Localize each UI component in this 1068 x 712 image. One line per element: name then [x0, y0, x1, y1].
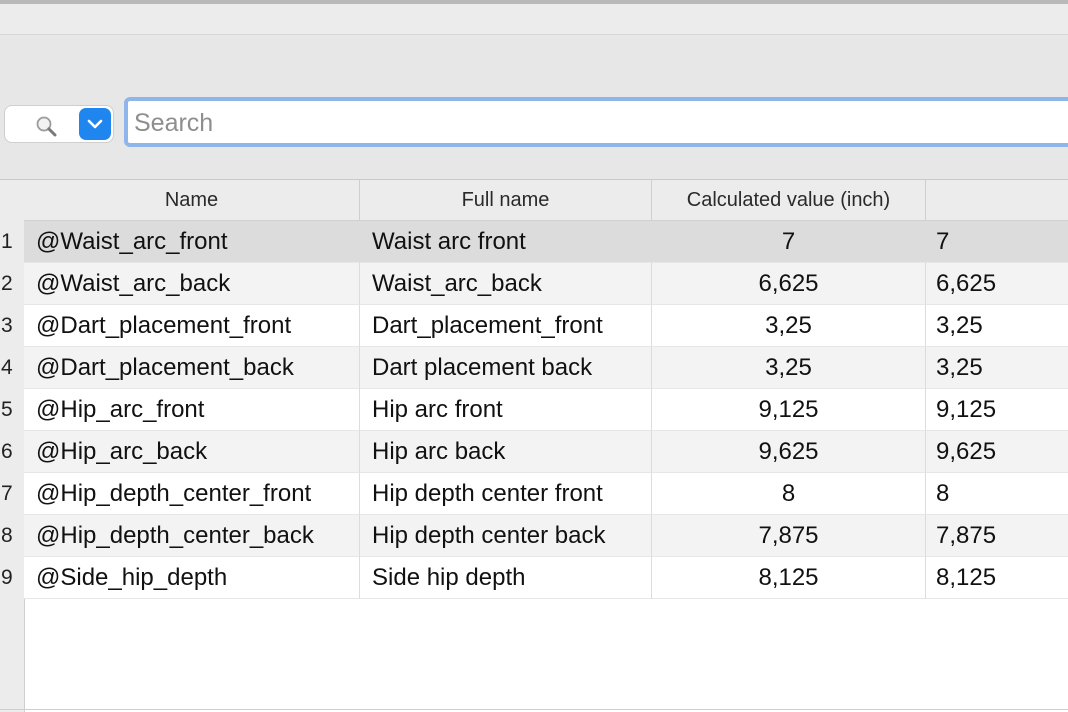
cell-value[interactable]: 7,875 — [926, 515, 1068, 557]
cell-full-name[interactable]: Waist arc front — [360, 221, 652, 263]
table-row[interactable]: 5 @Hip_arc_front Hip arc front 9,125 9,1… — [0, 389, 1068, 431]
column-header-full-name[interactable]: Full name — [360, 180, 652, 220]
cell-calculated-value[interactable]: 3,25 — [652, 347, 926, 389]
table-row[interactable]: 8 @Hip_depth_center_back Hip depth cente… — [0, 515, 1068, 557]
table-bottom-border — [0, 709, 1068, 710]
table-header: Name Full name Calculated value (inch) — [24, 180, 1068, 221]
cell-value[interactable]: 9,625 — [926, 431, 1068, 473]
cell-calculated-value[interactable]: 6,625 — [652, 263, 926, 305]
cell-name[interactable]: @Hip_arc_front — [24, 389, 360, 431]
magnifier-icon — [36, 116, 57, 137]
cell-name[interactable]: @Side_hip_depth — [24, 557, 360, 599]
search-field[interactable] — [124, 97, 1068, 147]
title-bar — [0, 4, 1068, 35]
cell-value[interactable]: 6,625 — [926, 263, 1068, 305]
cell-full-name[interactable]: Side hip depth — [360, 557, 652, 599]
cell-name[interactable]: @Hip_depth_center_back — [24, 515, 360, 557]
cell-calculated-value[interactable]: 3,25 — [652, 305, 926, 347]
cell-full-name[interactable]: Waist_arc_back — [360, 263, 652, 305]
cell-name[interactable]: @Hip_arc_back — [24, 431, 360, 473]
cell-name[interactable]: @Dart_placement_back — [24, 347, 360, 389]
cell-calculated-value[interactable]: 8,125 — [652, 557, 926, 599]
column-header-name[interactable]: Name — [24, 180, 360, 220]
row-number: 4 — [1, 356, 13, 379]
row-number: 8 — [1, 524, 13, 547]
cell-full-name[interactable]: Hip arc back — [360, 431, 652, 473]
cell-full-name[interactable]: Hip depth center front — [360, 473, 652, 515]
cell-name[interactable]: @Dart_placement_front — [24, 305, 360, 347]
search-options-dropdown-button[interactable] — [79, 108, 111, 140]
cell-value[interactable]: 8,125 — [926, 557, 1068, 599]
cell-value[interactable]: 9,125 — [926, 389, 1068, 431]
cell-value[interactable]: 7 — [926, 221, 1068, 263]
cell-full-name[interactable]: Dart_placement_front — [360, 305, 652, 347]
cell-name[interactable]: @Hip_depth_center_front — [24, 473, 360, 515]
table-row[interactable]: 1 @Waist_arc_front Waist arc front 7 7 — [0, 221, 1068, 263]
cell-calculated-value[interactable]: 7 — [652, 221, 926, 263]
cell-calculated-value[interactable]: 9,625 — [652, 431, 926, 473]
row-number: 2 — [1, 272, 13, 295]
cell-name[interactable]: @Waist_arc_front — [24, 221, 360, 263]
cell-full-name[interactable]: Hip depth center back — [360, 515, 652, 557]
chevron-down-icon — [87, 119, 103, 129]
table-row[interactable]: 6 @Hip_arc_back Hip arc back 9,625 9,625 — [0, 431, 1068, 473]
cell-value[interactable]: 3,25 — [926, 347, 1068, 389]
row-number: 9 — [1, 566, 13, 589]
measurements-table: Name Full name Calculated value (inch) 1… — [0, 180, 1068, 712]
row-number: 1 — [1, 230, 13, 253]
table-row[interactable]: 3 @Dart_placement_front Dart_placement_f… — [0, 305, 1068, 347]
table-row[interactable]: 9 @Side_hip_depth Side hip depth 8,125 8… — [0, 557, 1068, 599]
row-number: 3 — [1, 314, 13, 337]
table-row[interactable]: 2 @Waist_arc_back Waist_arc_back 6,625 6… — [0, 263, 1068, 305]
row-number: 5 — [1, 398, 13, 421]
cell-value[interactable]: 8 — [926, 473, 1068, 515]
table-row[interactable]: 4 @Dart_placement_back Dart placement ba… — [0, 347, 1068, 389]
cell-full-name[interactable]: Dart placement back — [360, 347, 652, 389]
table-row[interactable]: 7 @Hip_depth_center_front Hip depth cent… — [0, 473, 1068, 515]
cell-calculated-value[interactable]: 8 — [652, 473, 926, 515]
cell-value[interactable]: 3,25 — [926, 305, 1068, 347]
cell-calculated-value[interactable]: 9,125 — [652, 389, 926, 431]
cell-full-name[interactable]: Hip arc front — [360, 389, 652, 431]
cell-name[interactable]: @Waist_arc_back — [24, 263, 360, 305]
search-input[interactable] — [134, 107, 1054, 139]
column-header-calculated-value[interactable]: Calculated value (inch) — [652, 180, 926, 220]
row-number: 7 — [1, 482, 13, 505]
row-number: 6 — [1, 440, 13, 463]
cell-calculated-value[interactable]: 7,875 — [652, 515, 926, 557]
column-header-value[interactable] — [926, 180, 1068, 220]
